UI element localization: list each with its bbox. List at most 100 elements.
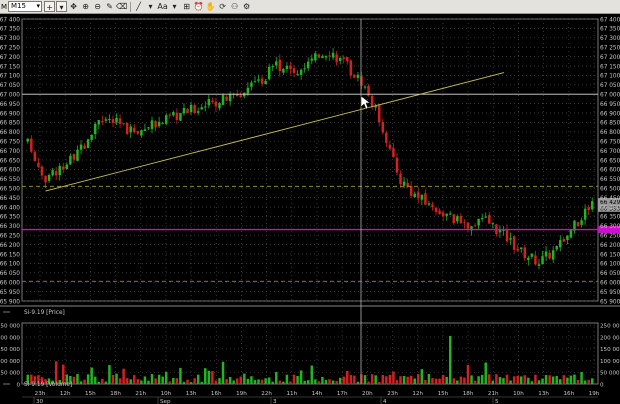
candle-body [189, 104, 193, 113]
volume-bar [445, 376, 448, 384]
volume-bar [409, 375, 413, 384]
volume-bar [122, 368, 125, 384]
volume-bar [377, 381, 381, 384]
candle-body [463, 222, 466, 224]
x-hour-label: 19h [589, 391, 600, 397]
volume-tick-label-right: 150 000 [600, 347, 620, 353]
settings-icon[interactable]: ⚙ [241, 1, 252, 12]
volume-bar [452, 378, 456, 384]
candle-body [175, 112, 179, 121]
candle-body [200, 107, 203, 110]
link-icon[interactable]: ⚇ [229, 1, 240, 12]
mouse-pointer-icon [360, 95, 371, 110]
y-tick-label-left: 66 650 [0, 158, 20, 164]
y-tick-label-right: 67 050 [600, 83, 620, 89]
volume-bar [569, 375, 573, 384]
candle-body [512, 236, 516, 250]
text-icon[interactable]: Aa [157, 1, 168, 12]
y-tick-label-left: 67 000 [0, 93, 20, 99]
volume-bar [93, 376, 97, 384]
candle-body [275, 61, 278, 66]
candle-body [58, 165, 61, 176]
y-tick-label-left: 66 200 [0, 243, 20, 249]
zoom-in-icon[interactable]: ⊕ [80, 1, 91, 12]
volume-bar [90, 367, 93, 384]
candle-body [40, 166, 44, 176]
candle-body [282, 69, 285, 73]
y-tick-label-right: 66 750 [600, 140, 620, 146]
candle-body [62, 166, 65, 170]
crosshair-icon[interactable]: + [44, 1, 56, 12]
hand-icon[interactable]: ✋ [205, 1, 216, 12]
volume-bar [466, 364, 470, 384]
candle-body [370, 95, 374, 107]
candle-body [182, 107, 186, 114]
volume-bar [431, 378, 434, 384]
candle-body [519, 247, 523, 250]
volume-bars [26, 335, 594, 384]
candle-body [26, 138, 30, 142]
x-date-label: 30 [36, 399, 44, 404]
properties-icon[interactable]: ⊞ [181, 1, 192, 12]
price-chart[interactable]: 66 42966 393Si-9.19 [Price]Si-9.19 [Volu… [0, 14, 620, 404]
candle-body [445, 213, 448, 216]
volume-bar [424, 379, 427, 384]
y-tick-label-right: 66 050 [600, 271, 620, 277]
candle-body [548, 252, 551, 259]
y-tick-label-left: 67 100 [0, 74, 20, 80]
candle-body [154, 121, 157, 128]
candle-body [296, 73, 299, 75]
volume-bar [463, 377, 466, 384]
candle-body [306, 61, 310, 69]
candle-body [580, 220, 583, 225]
trendline-icon[interactable]: ╱ [133, 1, 144, 12]
dropdown-arrow-icon[interactable]: ▾ [56, 1, 68, 12]
volume-bar [150, 374, 154, 384]
volume-bar [590, 378, 594, 384]
line-dropdown-icon[interactable]: ▾ [145, 1, 156, 12]
x-hour-label: 13h [538, 391, 549, 397]
candle-body [438, 210, 441, 215]
eraser-icon[interactable]: ⌫ [116, 1, 127, 12]
move-icon[interactable]: ✥ [68, 1, 79, 12]
x-hour-label: 23h [35, 391, 46, 397]
volume-bar [363, 375, 367, 384]
x-hour-label: 11h [286, 391, 297, 397]
x-hour-label: 22h [261, 391, 272, 397]
volume-bar [420, 369, 424, 384]
volume-bar [179, 367, 182, 384]
volume-tick-label-left: 50 000 [0, 371, 20, 377]
candle-body [424, 193, 427, 205]
volume-bar [253, 380, 257, 384]
candle-body [186, 109, 189, 114]
x-hour-label: 18h [463, 391, 474, 397]
x-hour-label: 15h [85, 391, 96, 397]
alert-icon[interactable]: ⏰ [193, 1, 204, 12]
volume-bar [385, 376, 388, 384]
x-hour-label: 12h [412, 391, 423, 397]
toolbar-label: M [1, 2, 8, 11]
y-tick-label-left: 66 350 [0, 215, 20, 221]
candle-body [211, 100, 214, 103]
volume-bar [136, 379, 140, 384]
text-dropdown-icon[interactable]: ▾ [169, 1, 180, 12]
volume-bar [193, 378, 196, 384]
volume-bar [580, 372, 583, 384]
volume-bar [175, 378, 179, 384]
x-hour-label: 16h [563, 391, 574, 397]
volume-bar [225, 379, 228, 384]
volume-bar [537, 380, 541, 384]
candle-body [434, 207, 438, 213]
volume-bar [498, 377, 502, 384]
candle-body [228, 94, 232, 102]
sync-icon[interactable]: ⟳ [217, 1, 228, 12]
volume-bar [118, 378, 122, 384]
volume-bar [154, 378, 157, 384]
candle-body [218, 103, 221, 109]
candle-body [133, 127, 136, 133]
volume-bar [157, 374, 161, 384]
volume-bar [519, 376, 523, 384]
timeframe-select[interactable]: M15 [8, 1, 43, 12]
zoom-out-icon[interactable]: ⊖ [92, 1, 103, 12]
pencil-icon[interactable]: ✎ [104, 1, 115, 12]
